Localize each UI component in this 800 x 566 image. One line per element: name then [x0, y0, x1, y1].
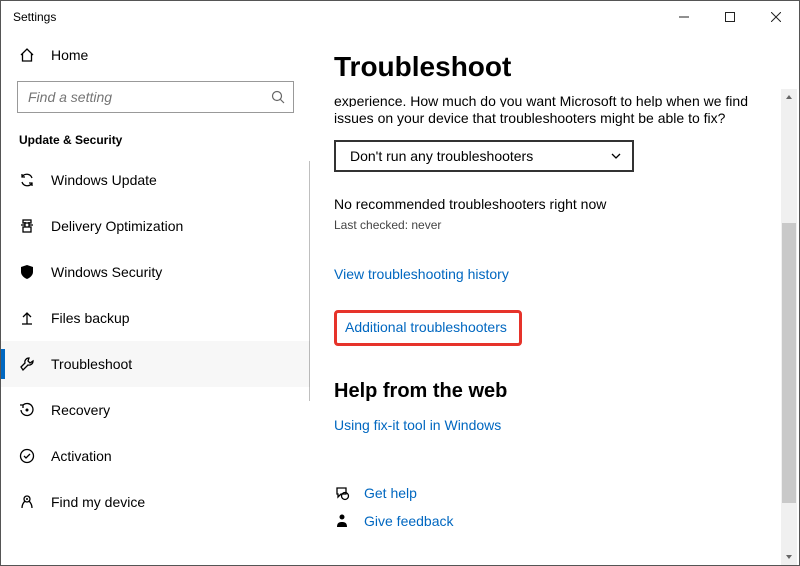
- highlight-annotation: Additional troubleshooters: [334, 310, 522, 346]
- feedback-icon: [334, 513, 350, 529]
- wrench-icon: [19, 356, 51, 372]
- sidebar-item-delivery-optimization[interactable]: Delivery Optimization: [1, 203, 310, 249]
- sidebar: Home Update & Security: [1, 33, 310, 565]
- sidebar-item-label: Troubleshoot: [51, 356, 132, 372]
- sidebar-item-label: Find my device: [51, 494, 145, 510]
- scroll-up-button[interactable]: [781, 89, 797, 105]
- recovery-icon: [19, 402, 51, 418]
- view-history-link[interactable]: View troubleshooting history: [334, 266, 509, 282]
- search-field[interactable]: [28, 89, 271, 105]
- sidebar-item-label: Files backup: [51, 310, 130, 326]
- category-heading: Update & Security: [1, 127, 310, 157]
- additional-troubleshooters-link[interactable]: Additional troubleshooters: [345, 319, 507, 335]
- sidebar-item-windows-update[interactable]: Windows Update: [1, 157, 310, 203]
- scroll-down-button[interactable]: [781, 549, 797, 565]
- window-title: Settings: [13, 10, 56, 24]
- help-heading: Help from the web: [334, 380, 775, 403]
- home-label: Home: [51, 47, 88, 63]
- sidebar-item-label: Windows Update: [51, 172, 157, 188]
- chevron-down-icon: [610, 150, 622, 162]
- vertical-scrollbar[interactable]: [781, 89, 797, 565]
- description-text: issues on your device that troubleshoote…: [334, 109, 775, 128]
- check-circle-icon: [19, 448, 51, 464]
- scroll-track[interactable]: [781, 105, 797, 549]
- titlebar: Settings: [1, 1, 799, 33]
- close-button[interactable]: [753, 1, 799, 33]
- page-title: Troubleshoot: [334, 51, 775, 83]
- shield-icon: [19, 264, 51, 280]
- get-help-link[interactable]: Get help: [364, 485, 417, 501]
- sidebar-item-label: Delivery Optimization: [51, 218, 183, 234]
- sidebar-item-windows-security[interactable]: Windows Security: [1, 249, 310, 295]
- location-icon: [19, 494, 51, 510]
- truncated-text-top: experience. How much do you want Microso…: [334, 89, 775, 107]
- sidebar-item-label: Activation: [51, 448, 112, 464]
- main-pane: Troubleshoot experience. How much do you…: [310, 33, 799, 565]
- sidebar-item-find-my-device[interactable]: Find my device: [1, 479, 310, 525]
- status-text: No recommended troubleshooters right now: [334, 196, 775, 212]
- search-icon: [271, 90, 285, 104]
- troubleshoot-preference-dropdown[interactable]: Don't run any troubleshooters: [334, 140, 634, 172]
- nav-list: Windows Update Delivery Optimization Win…: [1, 157, 310, 565]
- search-input[interactable]: [17, 81, 294, 113]
- maximize-button[interactable]: [707, 1, 753, 33]
- last-checked-text: Last checked: never: [334, 218, 775, 232]
- fixit-link[interactable]: Using fix-it tool in Windows: [334, 417, 501, 433]
- dropdown-value: Don't run any troubleshooters: [350, 148, 610, 164]
- home-icon: [19, 47, 51, 63]
- scroll-thumb[interactable]: [782, 223, 796, 503]
- sidebar-item-files-backup[interactable]: Files backup: [1, 295, 310, 341]
- get-help-icon: [334, 485, 350, 501]
- home-button[interactable]: Home: [1, 33, 310, 77]
- backup-icon: [19, 310, 51, 326]
- sidebar-item-label: Recovery: [51, 402, 110, 418]
- minimize-button[interactable]: [661, 1, 707, 33]
- sidebar-item-troubleshoot[interactable]: Troubleshoot: [1, 341, 310, 387]
- delivery-icon: [19, 218, 51, 234]
- sidebar-item-activation[interactable]: Activation: [1, 433, 310, 479]
- sync-icon: [19, 172, 51, 188]
- give-feedback-link[interactable]: Give feedback: [364, 513, 454, 529]
- sidebar-item-label: Windows Security: [51, 264, 162, 280]
- sidebar-item-recovery[interactable]: Recovery: [1, 387, 310, 433]
